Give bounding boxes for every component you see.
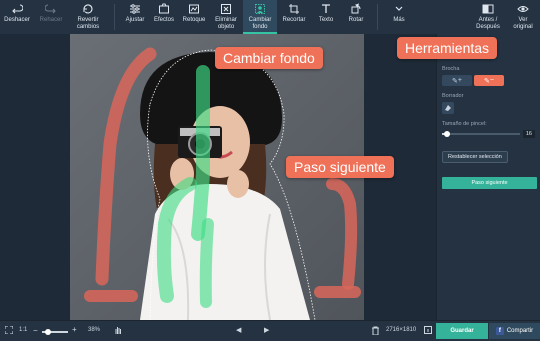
adjust-icon xyxy=(130,4,140,14)
effects-label: Efectos xyxy=(153,17,174,23)
brush-add-label: + xyxy=(457,77,462,84)
image-dimensions: 2716×1810 xyxy=(386,327,417,333)
more-label: Más xyxy=(393,17,405,23)
remove-object-label: Eliminar objeto xyxy=(215,17,237,30)
rotate-button[interactable]: Rotar xyxy=(341,0,371,34)
brush-size-row: 16 xyxy=(442,130,535,138)
next-step-callout: Paso siguiente xyxy=(286,156,394,178)
change-background-callout: Cambiar fondo xyxy=(215,47,323,69)
trash-icon[interactable] xyxy=(372,326,379,337)
toolbar-divider xyxy=(114,4,115,30)
redo-button[interactable]: Rehacer xyxy=(34,0,68,34)
revert-icon xyxy=(83,4,93,14)
rotate-icon xyxy=(351,3,361,14)
eraser-label: Borrador xyxy=(442,93,464,99)
adjust-label: Ajustar xyxy=(125,17,145,23)
eraser-icon xyxy=(445,105,451,111)
keep-brush-button[interactable]: ✎ + xyxy=(442,75,472,86)
tools-panel: Brocha ✎ + ✎ − Borrador Tamaño de pincel: … xyxy=(436,34,540,320)
retouch-button[interactable]: Retoque xyxy=(179,0,209,34)
effects-button[interactable]: Efectos xyxy=(149,0,179,34)
zoom-knob[interactable] xyxy=(45,329,51,335)
brush-size-slider[interactable] xyxy=(442,130,520,137)
text-icon xyxy=(322,4,330,13)
zoom-out-icon[interactable]: − xyxy=(33,326,38,335)
info-icon[interactable] xyxy=(424,326,432,336)
before-after-icon xyxy=(482,4,494,14)
text-label: Texto xyxy=(318,17,334,23)
next-step-callout-text: Paso siguiente xyxy=(294,159,386,175)
crop-label: Recortar xyxy=(282,17,306,23)
crop-button[interactable]: Recortar xyxy=(277,0,311,34)
remove-brush-button[interactable]: ✎ − xyxy=(474,75,504,86)
eye-icon xyxy=(517,6,529,12)
adjust-button[interactable]: Ajustar xyxy=(121,0,149,34)
eraser-button[interactable] xyxy=(442,102,454,114)
view-original-button[interactable]: Ver original xyxy=(506,0,540,34)
before-after-button[interactable]: Antes / Después xyxy=(470,0,506,34)
more-icon xyxy=(395,6,403,11)
view-original-label: Ver original xyxy=(513,17,533,30)
undo-label: Deshacer xyxy=(4,17,30,23)
actual-size-button[interactable]: 1:1 xyxy=(19,327,27,333)
change-background-label: Cambiar fondo xyxy=(248,17,272,30)
undo-icon xyxy=(12,4,23,14)
retouch-label: Retoque xyxy=(182,17,206,23)
text-button[interactable]: Texto xyxy=(311,0,341,34)
brush-size-value[interactable]: 16 xyxy=(522,130,535,138)
change-background-icon xyxy=(255,4,265,14)
change-background-callout-text: Cambiar fondo xyxy=(223,50,315,66)
redo-icon xyxy=(45,4,56,14)
bottom-bar: 1:1 − + 38% ◀ ▶ 2716×1810 Guardar f Comp… xyxy=(0,320,540,341)
brush-label: Brocha xyxy=(442,66,460,72)
tools-callout-text: Herramientas xyxy=(405,40,490,56)
share-label: Compartir xyxy=(506,328,534,334)
fullscreen-icon[interactable] xyxy=(4,325,14,336)
revert-changes-button[interactable]: Revertir cambios xyxy=(68,0,108,34)
hand-tool-icon[interactable] xyxy=(114,326,122,337)
undo-button[interactable]: Deshacer xyxy=(0,0,34,34)
remove-object-button[interactable]: Eliminar objeto xyxy=(209,0,243,34)
zoom-in-icon[interactable]: + xyxy=(72,325,77,334)
redo-label: Rehacer xyxy=(39,17,63,23)
brush-size-label: Tamaño de pincel: xyxy=(442,121,487,127)
revert-label: Revertir cambios xyxy=(76,17,100,30)
facebook-icon: f xyxy=(495,327,504,335)
next-step-button[interactable]: Paso siguiente xyxy=(442,177,537,189)
more-button[interactable]: Más xyxy=(384,0,414,34)
brush-toggle-group: ✎ + ✎ − xyxy=(442,75,535,86)
brush-remove-label: − xyxy=(489,77,494,84)
next-image-icon[interactable]: ▶ xyxy=(264,326,269,334)
rotate-label: Rotar xyxy=(348,17,364,23)
tools-callout: Herramientas xyxy=(397,37,498,59)
change-background-button[interactable]: Cambiar fondo xyxy=(243,0,277,34)
crop-icon xyxy=(289,4,299,14)
before-after-label: Antes / Después xyxy=(476,17,500,30)
top-toolbar: Deshacer Rehacer Revertir cambios Ajusta… xyxy=(0,0,540,34)
reset-selection-button[interactable]: Restablecer selección xyxy=(442,151,508,163)
previous-image-icon[interactable]: ◀ xyxy=(236,326,241,334)
share-button[interactable]: f Compartir xyxy=(489,323,540,339)
slider-knob[interactable] xyxy=(443,130,450,137)
toolbar-divider xyxy=(377,4,378,30)
retouch-icon xyxy=(189,4,199,14)
remove-object-icon xyxy=(221,4,231,14)
save-button[interactable]: Guardar xyxy=(436,323,488,339)
zoom-slider[interactable] xyxy=(42,329,68,335)
effects-icon xyxy=(159,3,169,14)
zoom-value: 38% xyxy=(88,327,101,333)
